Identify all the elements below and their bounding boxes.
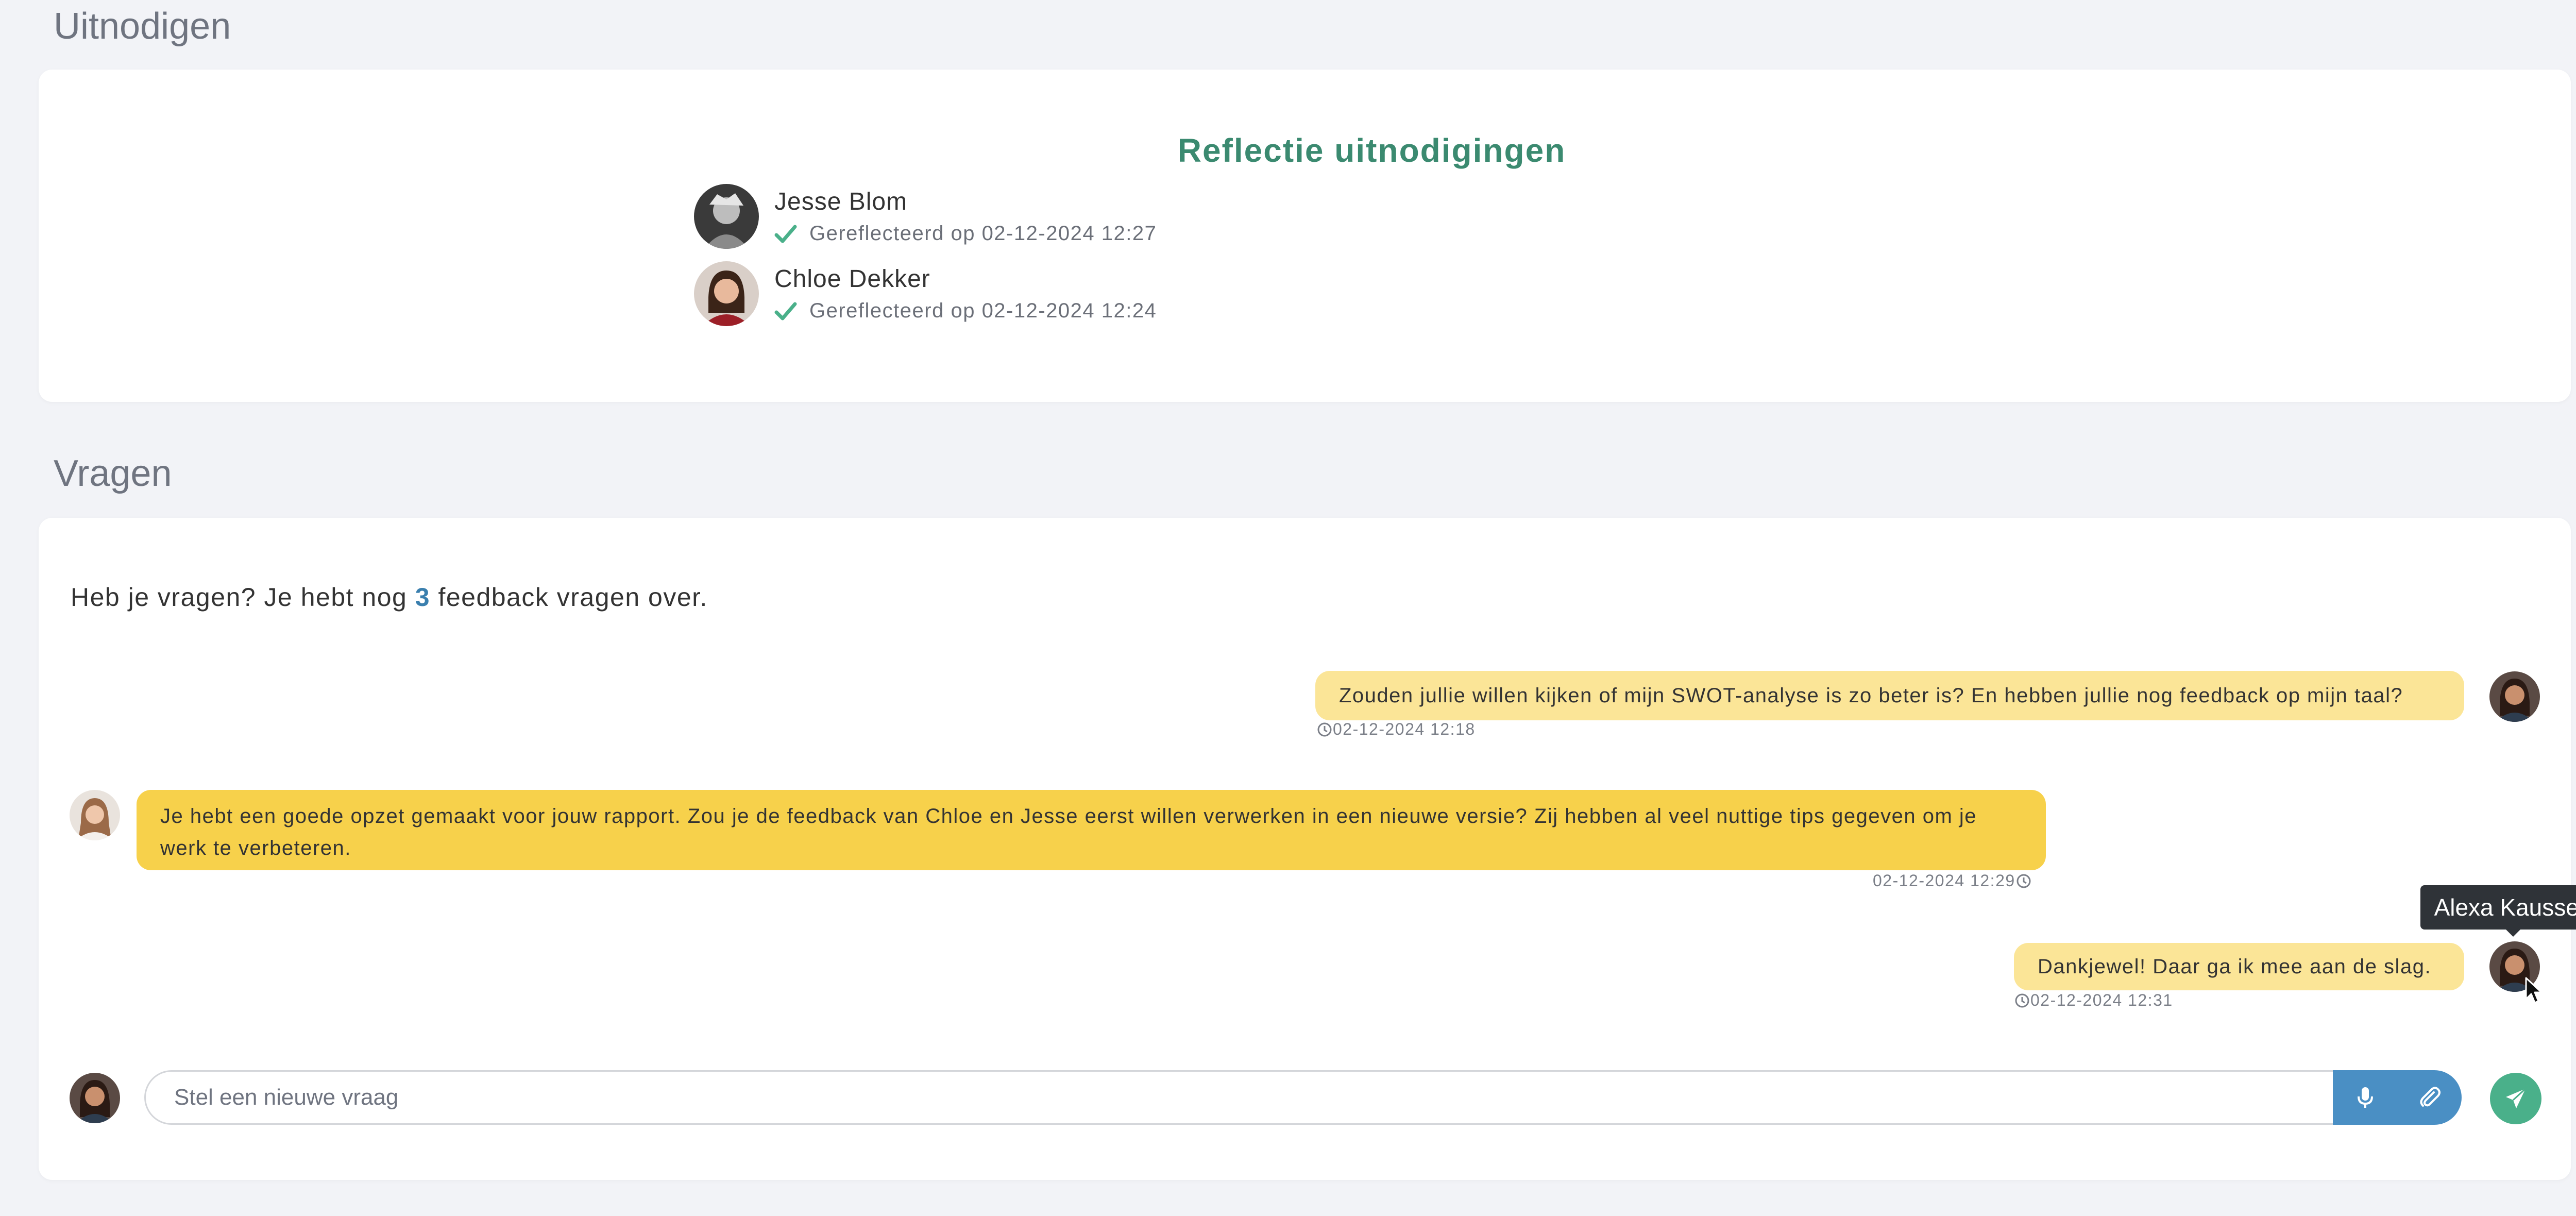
- remaining-questions-count: 3: [415, 583, 431, 612]
- invites-heading: Reflectie uitnodigingen: [1177, 132, 1566, 169]
- questions-section-title: Vragen: [54, 453, 172, 494]
- intro-text: Heb je vragen? Je hebt nog: [71, 583, 415, 612]
- new-question-input[interactable]: [144, 1070, 2333, 1125]
- avatar: [70, 790, 120, 840]
- attach-file-button[interactable]: [2397, 1070, 2462, 1125]
- invitee-name: Chloe Dekker: [774, 265, 930, 293]
- chat-message-other: Je hebt een goede opzet gemaakt voor jou…: [137, 790, 2046, 870]
- check-icon: [774, 225, 797, 243]
- invitee-status-text: Gereflecteerd op 02-12-2024 12:24: [809, 299, 1157, 322]
- clock-icon: [2016, 874, 2031, 888]
- chat-message-own: Dankjewel! Daar ga ik mee aan de slag.: [2014, 943, 2464, 990]
- invitee-status: Gereflecteerd op 02-12-2024 12:27: [774, 222, 1157, 245]
- avatar-tooltip: Alexa Kaussen: [2420, 885, 2576, 937]
- check-icon: [774, 302, 797, 320]
- message-text: Zouden jullie willen kijken of mijn SWOT…: [1339, 684, 2403, 707]
- message-text: Dankjewel! Daar ga ik mee aan de slag.: [2038, 955, 2432, 978]
- message-text: Je hebt een goede opzet gemaakt voor jou…: [160, 805, 1977, 859]
- microphone-button[interactable]: [2333, 1070, 2397, 1125]
- timestamp-text: 02-12-2024 12:18: [1333, 720, 1476, 738]
- message-timestamp: 02-12-2024 12:29: [1873, 871, 2032, 890]
- avatar: [70, 1073, 120, 1123]
- invitee-status-text: Gereflecteerd op 02-12-2024 12:27: [809, 222, 1157, 245]
- intro-text-end: feedback vragen over.: [430, 583, 708, 612]
- invitee-jesse-blom: Jesse Blom Gereflecteerd op 02-12-2024 1…: [694, 183, 1157, 250]
- invites-section-title: Uitnodigen: [54, 6, 231, 47]
- paperclip-icon: [2420, 1087, 2441, 1107]
- avatar: [694, 261, 759, 326]
- avatar: [2489, 671, 2540, 722]
- cursor-icon: [2525, 977, 2543, 1004]
- questions-intro: Heb je vragen? Je hebt nog 3 feedback vr…: [71, 582, 708, 612]
- timestamp-text: 02-12-2024 12:31: [2030, 991, 2173, 1009]
- clock-icon: [2015, 993, 2029, 1007]
- message-timestamp: 02-12-2024 12:18: [1316, 720, 1476, 739]
- invitee-name: Jesse Blom: [774, 188, 908, 215]
- invitee-chloe-dekker: Chloe Dekker Gereflecteerd op 02-12-2024…: [694, 260, 1157, 327]
- clock-icon: [1317, 722, 1332, 736]
- message-timestamp: 02-12-2024 12:31: [2014, 991, 2173, 1010]
- avatar: [694, 184, 759, 249]
- send-icon: [2506, 1088, 2527, 1108]
- send-button[interactable]: [2490, 1073, 2541, 1124]
- invites-card: Reflectie uitnodigingen Jesse Blom Geref…: [39, 70, 2571, 402]
- invitee-status: Gereflecteerd op 02-12-2024 12:24: [774, 299, 1157, 323]
- timestamp-text: 02-12-2024 12:29: [1873, 871, 2015, 890]
- questions-card: Heb je vragen? Je hebt nog 3 feedback vr…: [39, 518, 2571, 1180]
- microphone-icon: [2357, 1087, 2373, 1108]
- chat-message-own: Zouden jullie willen kijken of mijn SWOT…: [1315, 671, 2464, 720]
